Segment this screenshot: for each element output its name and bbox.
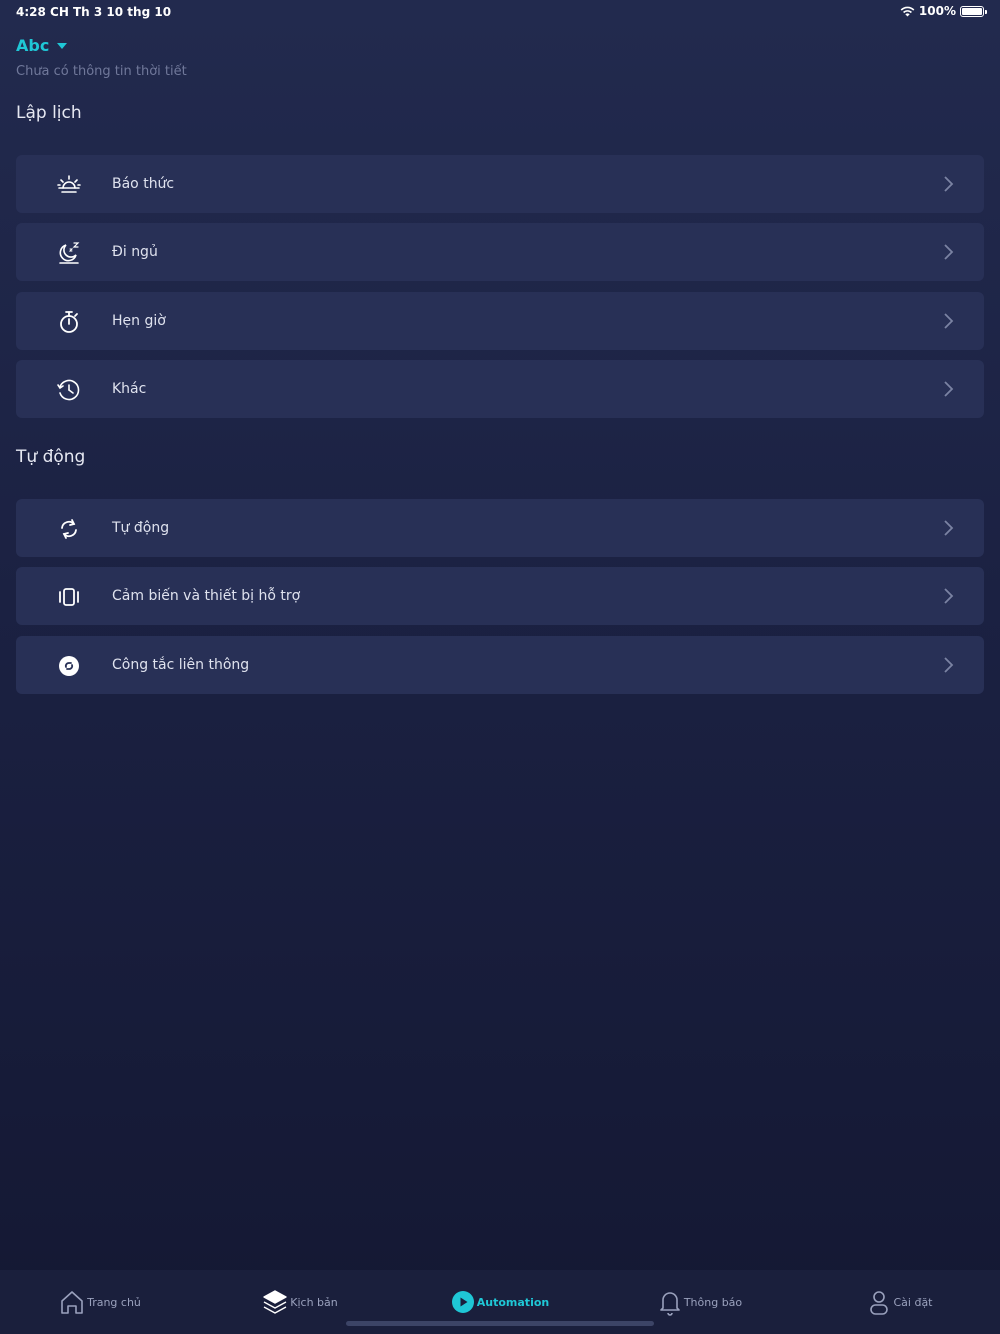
play-icon	[451, 1291, 474, 1313]
tab-label: Kịch bản	[290, 1295, 338, 1309]
sunrise-icon	[56, 172, 82, 198]
home-indicator[interactable]	[346, 1321, 654, 1326]
schedule-item-label: Khác	[112, 381, 147, 398]
schedule-item-other[interactable]: Khác	[16, 360, 984, 419]
chevron-right-icon	[944, 381, 954, 397]
schedule-item-label: Đi ngủ	[112, 244, 158, 261]
tab-label: Thông báo	[683, 1295, 743, 1309]
link-icon	[56, 653, 82, 679]
user-icon	[870, 1291, 889, 1315]
status-right: 100%	[900, 4, 987, 18]
home-selector[interactable]: Abc	[16, 36, 187, 55]
tab-label: Cài đặt	[893, 1295, 933, 1309]
automation-item-auto[interactable]: Tự động	[16, 499, 984, 557]
tab-home[interactable]: Trang chủ	[0, 1270, 200, 1334]
chevron-right-icon	[944, 176, 954, 192]
home-name: Abc	[16, 36, 50, 55]
vibrate-icon	[56, 584, 82, 610]
wifi-icon	[900, 6, 915, 16]
schedule-item-timer[interactable]: Hẹn giờ	[16, 291, 984, 350]
battery-percent: 100%	[918, 4, 956, 18]
chevron-right-icon	[944, 520, 954, 536]
battery-icon	[960, 5, 987, 17]
chevron-right-icon	[944, 588, 954, 605]
automation-item-label: Tự động	[112, 520, 170, 536]
section-title-automation: Tự động	[16, 447, 86, 467]
chevron-right-icon	[944, 657, 954, 673]
schedule-list: Báo thức Đi ngủ Hẹn giờ Khác	[16, 155, 984, 429]
status-date: Th 3 10 thg 10	[73, 5, 172, 19]
layers-icon	[263, 1290, 287, 1314]
automation-item-label: Cảm biến và thiết bị hỗ trợ	[112, 588, 301, 605]
tab-label: Automation	[476, 1295, 550, 1309]
automation-item-sensors[interactable]: Cảm biến và thiết bị hỗ trợ	[16, 567, 984, 626]
automation-item-linked-switch[interactable]: Công tắc liên thông	[16, 635, 984, 694]
section-title-schedule: Lập lịch	[16, 103, 82, 123]
schedule-item-alarm[interactable]: Báo thức	[16, 155, 984, 213]
timer-icon	[56, 309, 82, 335]
bell-icon	[660, 1292, 680, 1316]
chevron-right-icon	[944, 244, 954, 261]
clock-icon	[56, 377, 82, 403]
sleep-icon	[56, 240, 82, 266]
schedule-item-label: Báo thức	[112, 176, 175, 192]
tab-settings[interactable]: Cài đặt	[800, 1270, 1000, 1334]
schedule-item-label: Hẹn giờ	[112, 312, 166, 329]
sync-icon	[56, 516, 82, 542]
status-bar: 4:28 CH Th 3 10 thg 10 100%	[0, 0, 1000, 24]
caret-down-icon	[57, 42, 68, 49]
tab-label: Trang chủ	[87, 1295, 141, 1309]
chevron-right-icon	[944, 313, 954, 329]
status-time: 4:28 CH	[16, 5, 69, 19]
automation-item-label: Công tắc liên thông	[112, 656, 250, 673]
home-header: Abc Chưa có thông tin thời tiết	[16, 36, 187, 79]
weather-status: Chưa có thông tin thời tiết	[16, 64, 187, 79]
schedule-item-sleep[interactable]: Đi ngủ	[16, 223, 984, 282]
home-icon	[61, 1291, 83, 1314]
automation-list: Tự động Cảm biến và thiết bị hỗ trợ Công…	[16, 499, 984, 704]
